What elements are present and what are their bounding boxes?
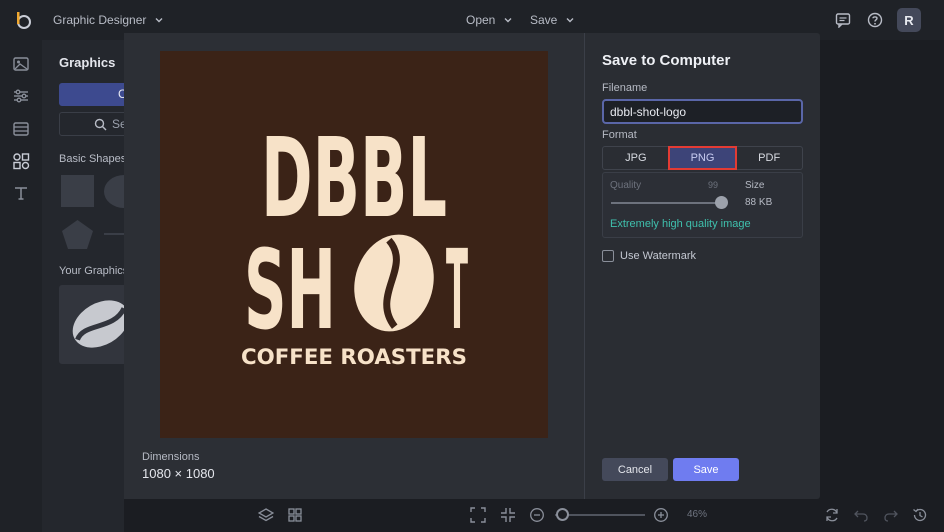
adjustments-icon[interactable]: [12, 87, 30, 105]
watermark-label: Use Watermark: [620, 250, 696, 262]
format-png-option[interactable]: PNG: [667, 146, 738, 170]
avatar[interactable]: R: [897, 8, 921, 32]
redo-icon[interactable]: [883, 507, 899, 523]
cancel-button[interactable]: Cancel: [602, 458, 668, 481]
app-name: Graphic Designer: [53, 13, 147, 27]
save-dialog: DBBL SH T COFFEE ROASTERS Dimensions 108…: [124, 33, 820, 499]
graphics-primary-button[interactable]: C: [59, 83, 129, 106]
quality-slider-track[interactable]: [611, 202, 721, 204]
quality-label: Quality: [610, 180, 642, 191]
layout-icon[interactable]: [12, 120, 30, 138]
search-icon: [94, 118, 107, 131]
your-graphics-heading: Your Graphics: [59, 265, 129, 277]
save-menu[interactable]: Save: [530, 13, 575, 27]
quality-value: 99: [708, 180, 719, 190]
logo-tagline: COFFEE ROASTERS: [241, 345, 467, 369]
quality-panel: Quality 99 Size 88 KB Extremely high qua…: [602, 172, 803, 238]
top-right-icons: R: [833, 8, 921, 32]
watermark-checkbox[interactable]: [602, 250, 614, 262]
save-button[interactable]: Save: [673, 458, 739, 481]
dimensions-label: Dimensions: [142, 451, 200, 463]
layers-icon[interactable]: [258, 507, 274, 523]
filename-input[interactable]: [602, 99, 803, 124]
save-menu-label: Save: [530, 13, 558, 27]
app-logo-icon[interactable]: [14, 11, 32, 29]
zoom-out-icon[interactable]: [529, 507, 545, 523]
graphics-panel: Graphics C Se Basic Shapes Your Graphics: [42, 40, 144, 532]
zoom-level[interactable]: 46%: [687, 509, 707, 520]
shape-pentagon[interactable]: [61, 219, 94, 250]
format-pdf-option[interactable]: PDF: [736, 147, 802, 169]
format-jpg-option[interactable]: JPG: [603, 147, 669, 169]
filename-label: Filename: [602, 82, 648, 94]
logo-line1: DBBL: [261, 114, 447, 242]
history-icon[interactable]: [912, 507, 928, 523]
preview-graphic: DBBL SH T COFFEE ROASTERS: [241, 114, 468, 369]
fit-screen-icon[interactable]: [470, 507, 486, 523]
zoom-slider-handle[interactable]: [556, 508, 569, 521]
logo-line2-right: T: [446, 226, 468, 354]
shrink-icon[interactable]: [500, 507, 516, 523]
text-icon[interactable]: [12, 184, 30, 202]
grid-icon[interactable]: [287, 507, 303, 523]
chevron-down-icon: [155, 18, 163, 23]
coffee-bean-icon: [354, 234, 434, 332]
graphics-search[interactable]: Se: [59, 112, 129, 136]
zoom-in-icon[interactable]: [653, 507, 669, 523]
dialog-divider: [584, 33, 585, 499]
dialog-title: Save to Computer: [602, 52, 731, 69]
quality-description: Extremely high quality image: [610, 218, 751, 230]
logo-line2-left: SH: [244, 226, 336, 354]
sync-icon[interactable]: [824, 507, 840, 523]
chevron-down-icon: [566, 18, 574, 23]
quality-slider-handle[interactable]: [715, 196, 728, 209]
dimensions-value: 1080 × 1080: [142, 466, 215, 481]
basic-shapes-heading: Basic Shapes: [59, 153, 127, 165]
size-label: Size: [745, 180, 765, 191]
left-rail: [0, 40, 42, 532]
logo-preview: DBBL SH T COFFEE ROASTERS: [160, 51, 548, 438]
help-icon[interactable]: [865, 10, 885, 30]
shape-square[interactable]: [61, 175, 94, 207]
graphics-panel-title: Graphics: [59, 55, 116, 70]
comments-icon[interactable]: [833, 10, 853, 30]
open-menu[interactable]: Open: [466, 13, 513, 27]
coffee-bean-icon: [72, 300, 129, 348]
chevron-down-icon: [504, 18, 512, 23]
your-graphic-tile[interactable]: [59, 285, 129, 364]
app-name-menu[interactable]: Graphic Designer: [53, 13, 164, 27]
undo-icon[interactable]: [853, 507, 869, 523]
size-value: 88 KB: [745, 197, 773, 208]
watermark-option[interactable]: Use Watermark: [602, 250, 696, 262]
preview-area: DBBL SH T COFFEE ROASTERS Dimensions 108…: [124, 33, 585, 499]
image-icon[interactable]: [12, 55, 30, 73]
format-selector: JPG PNG PDF: [602, 146, 803, 170]
open-menu-label: Open: [466, 13, 496, 27]
format-label: Format: [602, 129, 637, 141]
graphics-shapes-icon[interactable]: [12, 152, 30, 170]
shape-line[interactable]: [104, 233, 124, 235]
